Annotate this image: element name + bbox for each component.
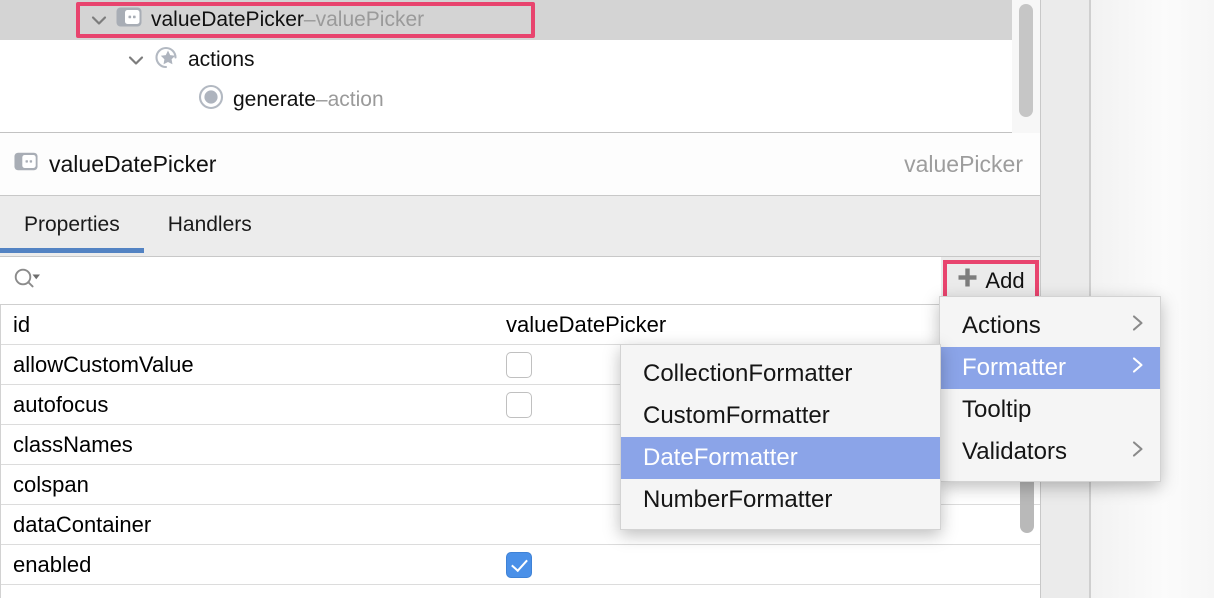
tree-row-type: valuePicker xyxy=(316,8,425,32)
tab-properties[interactable]: Properties xyxy=(0,196,144,253)
menu-item-dateformatter[interactable]: DateFormatter xyxy=(621,437,940,479)
search-field[interactable] xyxy=(0,257,941,304)
menu-item-label: CustomFormatter xyxy=(643,402,926,430)
tree-row-label: actions xyxy=(188,48,255,72)
menu-item-label: NumberFormatter xyxy=(643,486,926,514)
property-name: dataContainer xyxy=(1,512,506,538)
search-input[interactable] xyxy=(49,269,941,292)
tree-scrollbar-thumb[interactable] xyxy=(1019,4,1033,117)
formatter-submenu[interactable]: CollectionFormatter CustomFormatter Date… xyxy=(620,344,941,530)
add-button-label: Add xyxy=(985,268,1024,294)
object-kind-label: valuePicker xyxy=(904,151,1023,178)
tab-bar[interactable]: Properties Handlers xyxy=(0,196,1041,257)
table-row[interactable]: enabled xyxy=(1,545,1041,585)
chevron-right-icon xyxy=(1130,312,1146,341)
tree-row[interactable]: valueDatePicker – valuePicker xyxy=(0,0,1041,40)
tree-row-separator: – xyxy=(304,8,316,32)
filter-toolbar: Add xyxy=(0,257,1041,305)
tree-row-label: generate xyxy=(233,88,316,112)
menu-item-label: Validators xyxy=(962,438,1104,466)
table-scrollbar-thumb[interactable] xyxy=(1020,473,1034,533)
menu-item-collectionformatter[interactable]: CollectionFormatter xyxy=(621,353,940,395)
add-menu[interactable]: Actions Formatter Tooltip Validators xyxy=(939,296,1161,482)
menu-item-formatter[interactable]: Formatter xyxy=(940,347,1160,389)
component-icon xyxy=(116,6,142,34)
property-name: enabled xyxy=(1,552,506,578)
menu-item-actions[interactable]: Actions xyxy=(940,305,1160,347)
menu-item-validators[interactable]: Validators xyxy=(940,431,1160,473)
app-root: valueDatePicker – valuePicker actions xyxy=(0,0,1214,598)
property-value[interactable] xyxy=(506,552,1041,578)
tree-row-type: action xyxy=(328,88,384,112)
component-icon xyxy=(14,151,38,177)
chevron-right-icon xyxy=(1130,438,1146,467)
plus-icon xyxy=(957,267,978,294)
tree-row[interactable]: actions xyxy=(0,40,1041,80)
page-title: valueDatePicker xyxy=(49,151,216,178)
checkbox-autofocus[interactable] xyxy=(506,392,532,418)
tab-active-underline xyxy=(0,248,144,253)
checkbox-enabled[interactable] xyxy=(506,552,532,578)
tab-label: Handlers xyxy=(168,213,252,237)
chevron-down-icon[interactable] xyxy=(88,9,110,31)
table-row[interactable]: id valueDatePicker xyxy=(1,305,1041,345)
object-header: valueDatePicker valuePicker xyxy=(0,133,1041,196)
tab-handlers[interactable]: Handlers xyxy=(144,196,276,253)
menu-item-tooltip[interactable]: Tooltip xyxy=(940,389,1160,431)
tree-row[interactable]: generate – action xyxy=(0,80,1041,120)
property-name: allowCustomValue xyxy=(1,352,506,378)
tree-row-separator: – xyxy=(316,88,328,112)
checkbox-allowcustomvalue[interactable] xyxy=(506,352,532,378)
property-name: classNames xyxy=(1,432,506,458)
menu-item-customformatter[interactable]: CustomFormatter xyxy=(621,395,940,437)
chevron-right-icon xyxy=(1130,354,1146,383)
menu-item-label: Tooltip xyxy=(962,396,1146,424)
property-name: autofocus xyxy=(1,392,506,418)
menu-item-label: CollectionFormatter xyxy=(643,360,926,388)
tree-row-label: valueDatePicker xyxy=(151,8,304,32)
action-dot-icon xyxy=(198,84,224,116)
actions-star-icon xyxy=(153,45,179,76)
menu-item-label: Actions xyxy=(962,312,1104,340)
menu-item-label: DateFormatter xyxy=(643,444,926,472)
menu-item-numberformatter[interactable]: NumberFormatter xyxy=(621,479,940,521)
tab-label: Properties xyxy=(24,213,120,237)
outline-tree[interactable]: valueDatePicker – valuePicker actions xyxy=(0,0,1041,133)
property-name: colspan xyxy=(1,472,506,498)
menu-item-label: Formatter xyxy=(962,354,1104,382)
chevron-down-icon[interactable] xyxy=(125,49,147,71)
search-icon[interactable] xyxy=(13,266,43,295)
property-name: id xyxy=(1,312,506,338)
add-button[interactable]: Add xyxy=(957,267,1024,294)
